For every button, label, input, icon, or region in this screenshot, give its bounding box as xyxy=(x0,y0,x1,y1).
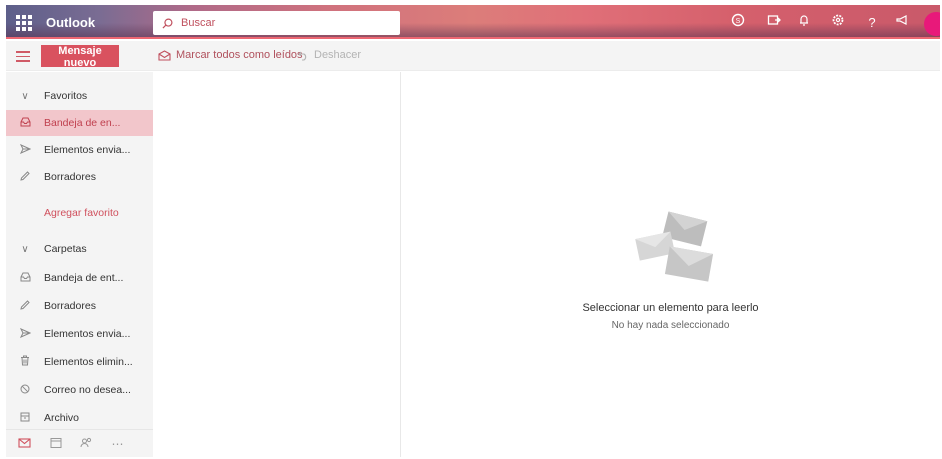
add-favorite-label: Agregar favorito xyxy=(44,207,119,219)
undo-icon xyxy=(298,51,307,61)
mail-icon[interactable] xyxy=(12,437,37,451)
folder-item-drafts[interactable]: Borradores xyxy=(6,293,153,319)
favorite-item-label: Elementos envia... xyxy=(44,144,131,156)
sent-icon xyxy=(6,327,44,341)
svg-text:S: S xyxy=(736,18,741,25)
favorite-item-label: Borradores xyxy=(44,171,96,183)
app-title[interactable]: Outlook xyxy=(46,15,95,30)
favorites-header[interactable]: ∨ Favoritos xyxy=(6,83,153,109)
reading-pane: Seleccionar un elemento para leerlo No h… xyxy=(401,72,940,457)
favorite-item-label: Bandeja de en... xyxy=(44,117,121,129)
envelope-open-icon xyxy=(158,49,171,61)
empty-state-title: Seleccionar un elemento para leerlo xyxy=(582,302,759,314)
folder-item-label: Borradores xyxy=(44,300,96,312)
search-input[interactable] xyxy=(181,17,381,29)
forward-icon[interactable] xyxy=(764,13,784,33)
outlook-window: Outlook S ? Mensaje nuevo xyxy=(6,5,940,457)
chevron-down-icon: ∨ xyxy=(21,243,29,255)
folder-item-label: Archivo xyxy=(44,412,80,424)
hamburger-menu-icon[interactable] xyxy=(16,51,30,62)
mark-all-read-label: Marcar todos como leídos xyxy=(176,49,303,61)
search-box[interactable] xyxy=(153,11,400,35)
inbox-icon xyxy=(6,272,44,285)
favorite-item-inbox[interactable]: Bandeja de en... xyxy=(6,110,153,136)
sent-icon xyxy=(6,143,44,157)
undo-button[interactable]: Deshacer xyxy=(298,49,361,61)
folder-item-label: Bandeja de ent... xyxy=(44,272,124,284)
folder-item-inbox[interactable]: Bandeja de ent... xyxy=(6,265,153,291)
folder-item-label: Elementos elimin... xyxy=(44,356,133,368)
help-icon[interactable]: ? xyxy=(862,13,882,33)
folder-item-archive[interactable]: Archivo xyxy=(6,405,153,431)
undo-label: Deshacer xyxy=(314,49,362,61)
command-bar: Mensaje nuevo Marcar todos como leídos D… xyxy=(6,41,940,71)
favorites-header-label: Favoritos xyxy=(44,90,88,102)
folder-pane: ∨ Favoritos Bandeja de en... Elementos e… xyxy=(6,72,153,457)
trash-icon xyxy=(6,355,44,369)
add-favorite-link[interactable]: Agregar favorito xyxy=(6,200,153,226)
search-icon xyxy=(162,18,173,29)
megaphone-icon[interactable] xyxy=(892,13,912,33)
bell-icon[interactable] xyxy=(794,13,814,33)
folders-header-label: Carpetas xyxy=(44,243,87,255)
folder-item-deleted[interactable]: Elementos elimin... xyxy=(6,349,153,375)
mark-all-read-button[interactable]: Marcar todos como leídos xyxy=(158,49,303,61)
calendar-icon[interactable] xyxy=(43,437,68,451)
more-icon[interactable]: ⋯ xyxy=(105,437,130,451)
inbox-icon xyxy=(6,117,44,130)
folder-item-junk[interactable]: Correo no desea... xyxy=(6,377,153,403)
empty-state-subtitle: No hay nada seleccionado xyxy=(611,320,730,331)
pencil-icon xyxy=(6,170,44,184)
module-switcher: ⋯ xyxy=(6,429,153,457)
archive-icon xyxy=(6,412,44,425)
folder-item-label: Correo no desea... xyxy=(44,384,131,396)
people-icon[interactable] xyxy=(74,437,99,451)
app-launcher-icon[interactable] xyxy=(14,13,32,31)
folder-item-label: Elementos envia... xyxy=(44,328,131,340)
new-message-button[interactable]: Mensaje nuevo xyxy=(41,45,119,69)
gear-icon[interactable] xyxy=(828,13,848,33)
empty-mailbox-illustration xyxy=(635,211,714,282)
favorite-item-drafts[interactable]: Borradores xyxy=(6,164,153,190)
message-list xyxy=(153,72,401,457)
top-header-bar: Outlook S ? xyxy=(6,5,940,39)
folder-item-sent[interactable]: Elementos envia... xyxy=(6,321,153,347)
favorite-item-sent[interactable]: Elementos envia... xyxy=(6,137,153,163)
folders-header[interactable]: ∨ Carpetas xyxy=(6,236,153,262)
skype-icon[interactable]: S xyxy=(728,13,748,33)
pencil-icon xyxy=(6,299,44,313)
block-icon xyxy=(6,384,44,397)
chevron-down-icon: ∨ xyxy=(21,90,29,102)
